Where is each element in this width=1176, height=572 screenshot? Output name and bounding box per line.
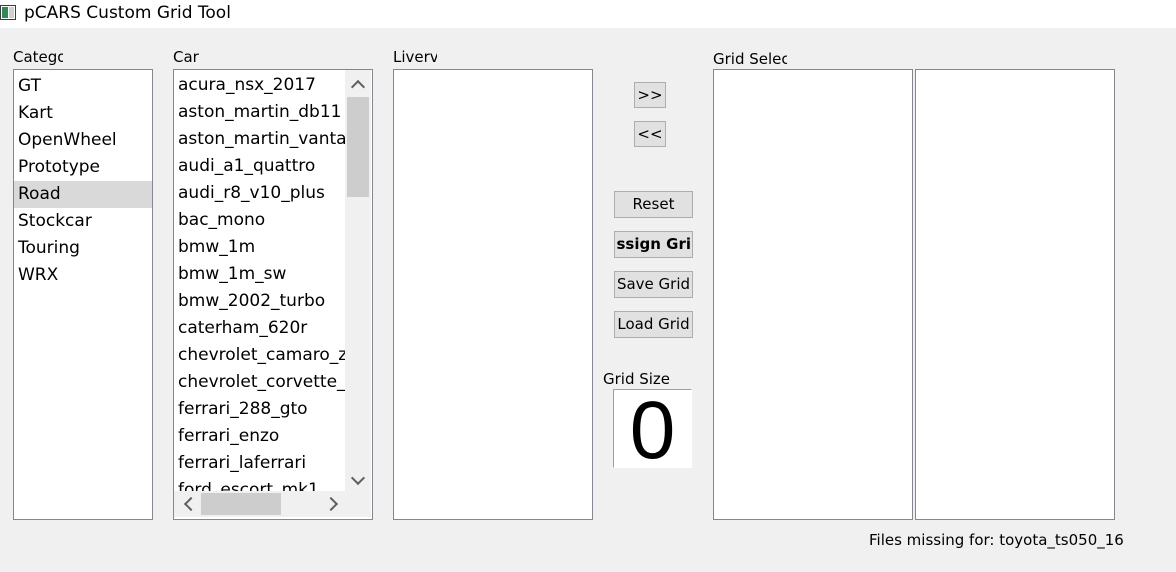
load-grid-button-label: Load Grid	[617, 315, 690, 333]
grid-size-label: Grid Size	[603, 371, 671, 387]
car-item[interactable]: audi_a1_quattro	[174, 153, 345, 180]
car-list-horizontal-scrollbar[interactable]	[174, 491, 371, 517]
scroll-left-icon[interactable]	[183, 496, 199, 512]
load-grid-button[interactable]: Load Grid	[614, 311, 693, 338]
car-item[interactable]: ferrari_enzo	[174, 423, 345, 450]
add-button-label: >>	[637, 86, 663, 104]
category-item[interactable]: OpenWheel	[14, 127, 152, 154]
grid-selection-list-right[interactable]	[915, 69, 1115, 520]
car-list[interactable]: acura_nsx_2017 aston_martin_db11 aston_mar…	[173, 69, 373, 520]
category-item[interactable]: GT	[14, 73, 152, 100]
reset-button-label: Reset	[632, 195, 675, 213]
car-item[interactable]: bmw_1m_sw	[174, 261, 345, 288]
car-item[interactable]: chevrolet_camaro_zl1	[174, 342, 345, 369]
category-item[interactable]: Prototype	[14, 154, 152, 181]
grid-size-display: 0	[613, 389, 692, 468]
assign-grid-button-label: ssign Gri	[616, 235, 692, 253]
assign-grid-button[interactable]: ssign Gri	[614, 231, 693, 258]
car-list-vertical-scrollbar[interactable]	[345, 70, 371, 491]
car-item[interactable]: aston_martin_db11	[174, 99, 345, 126]
category-list[interactable]: GT Kart OpenWheel Prototype Road Stockcar Tour…	[13, 69, 153, 520]
title-bar: pCARS Custom Grid Tool	[0, 0, 1176, 28]
car-item[interactable]: audi_r8_v10_plus	[174, 180, 345, 207]
horizontal-scroll-thumb[interactable]	[201, 493, 281, 515]
add-to-grid-button[interactable]: >>	[634, 82, 666, 108]
vertical-scroll-thumb[interactable]	[347, 97, 369, 197]
category-label: Categσ	[13, 49, 63, 65]
scroll-up-icon[interactable]	[350, 79, 366, 95]
car-item[interactable]: bac_mono	[174, 207, 345, 234]
category-item[interactable]: Touring	[14, 235, 152, 262]
car-item[interactable]: bmw_2002_turbo	[174, 288, 345, 315]
scroll-down-icon[interactable]	[350, 470, 366, 486]
car-item[interactable]: caterham_620r	[174, 315, 345, 342]
livery-label: Liverv	[393, 49, 437, 65]
status-message: Files missing for: toyota_ts050_16	[869, 531, 1124, 549]
car-item[interactable]: ferrari_laferrari	[174, 450, 345, 477]
car-item[interactable]: ford_escort_mk1	[174, 477, 345, 492]
grid-selection-list-left[interactable]	[713, 69, 913, 520]
car-item[interactable]: acura_nsx_2017	[174, 72, 345, 99]
car-item[interactable]: chevrolet_corvette_c7	[174, 369, 345, 396]
remove-from-grid-button[interactable]: <<	[634, 121, 666, 147]
category-item[interactable]: Kart	[14, 100, 152, 127]
grid-size-value: 0	[629, 389, 676, 468]
car-item[interactable]: bmw_1m	[174, 234, 345, 261]
scroll-right-icon[interactable]	[323, 496, 339, 512]
car-label: Car	[173, 49, 199, 65]
livery-list[interactable]	[393, 69, 593, 520]
category-item[interactable]: Road	[14, 181, 152, 208]
reset-button[interactable]: Reset	[614, 191, 693, 218]
grid-selection-label: Grid Selec	[713, 51, 787, 67]
remove-button-label: <<	[637, 125, 663, 143]
car-item[interactable]: aston_martin_vantage	[174, 126, 345, 153]
car-item[interactable]: ferrari_288_gto	[174, 396, 345, 423]
save-grid-button-label: Save Grid	[616, 275, 691, 293]
window-title: pCARS Custom Grid Tool	[24, 3, 231, 23]
app-icon	[0, 5, 16, 20]
category-item[interactable]: Stockcar	[14, 208, 152, 235]
category-item[interactable]: WRX	[14, 262, 152, 289]
save-grid-button[interactable]: Save Grid	[614, 271, 693, 298]
